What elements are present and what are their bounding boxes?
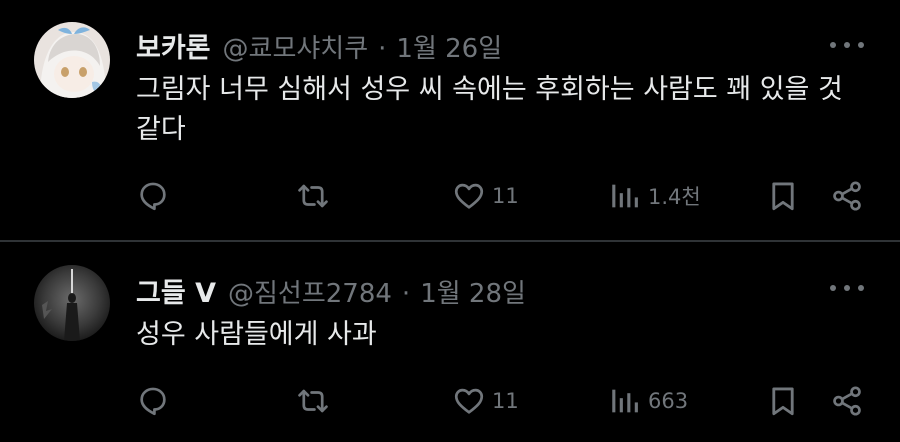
like-icon — [454, 183, 484, 209]
like-count: 11 — [492, 389, 519, 413]
post-header: 보카론 @쿄모샤치쿠 · 1월 26일 — [136, 26, 502, 65]
post-text: 성우 사람들에게 사과 — [136, 319, 377, 350]
like-icon — [454, 388, 484, 414]
avatar[interactable] — [34, 265, 110, 341]
share-button[interactable] — [830, 379, 864, 423]
post-divider — [0, 240, 900, 242]
post-date[interactable]: 1월 28일 — [420, 273, 526, 310]
post-text: 그림자 너무 심해서 성우 씨 속에는 후회하는 사람도 꽤 있을 것 같다 — [136, 74, 843, 145]
views-button[interactable]: 1.4천 — [608, 174, 701, 218]
more-icon[interactable] — [830, 281, 864, 295]
bookmark-button[interactable] — [766, 174, 800, 218]
views-button[interactable]: 663 — [608, 379, 688, 423]
reply-button[interactable] — [136, 379, 170, 423]
post-header: 그들 V @짐선프2784 · 1월 28일 — [136, 271, 526, 310]
author-handle[interactable]: @짐선프2784 — [228, 273, 392, 310]
repost-button[interactable] — [296, 379, 330, 423]
bookmark-icon — [772, 387, 794, 416]
author-name[interactable]: 그들 V — [136, 271, 216, 310]
reply-button[interactable] — [136, 174, 170, 218]
views-icon — [612, 184, 638, 208]
action-bar: 11 1.4천 — [0, 174, 900, 218]
like-button[interactable]: 11 — [452, 379, 519, 423]
separator: · — [378, 34, 387, 64]
author-handle[interactable]: @쿄모샤치쿠 — [223, 28, 369, 65]
bookmark-button[interactable] — [766, 379, 800, 423]
repost-icon — [298, 184, 328, 208]
bookmark-icon — [772, 182, 794, 211]
reply-icon — [140, 182, 166, 211]
action-bar: 11 663 — [0, 379, 900, 423]
avatar[interactable] — [34, 22, 110, 98]
avatar-silhouette-icon — [34, 265, 110, 341]
share-icon — [833, 386, 861, 416]
reply-icon — [140, 387, 166, 416]
share-icon — [833, 181, 861, 211]
like-button[interactable]: 11 — [452, 174, 519, 218]
post-date[interactable]: 1월 26일 — [396, 28, 502, 65]
repost-icon — [298, 389, 328, 413]
post[interactable]: 보카론 @쿄모샤치쿠 · 1월 26일 그림자 너무 심해서 성우 씨 속에는 … — [0, 0, 900, 240]
views-count: 1.4천 — [648, 185, 701, 209]
separator: · — [401, 279, 411, 309]
post[interactable]: 그들 V @짐선프2784 · 1월 28일 성우 사람들에게 사과 11 66… — [0, 243, 900, 442]
repost-button[interactable] — [296, 174, 330, 218]
more-icon[interactable] — [830, 38, 864, 52]
like-count: 11 — [492, 184, 519, 208]
author-name[interactable]: 보카론 — [136, 26, 211, 65]
share-button[interactable] — [830, 174, 864, 218]
avatar-anime-icon — [34, 22, 110, 98]
views-icon — [612, 389, 638, 413]
views-count: 663 — [648, 389, 689, 413]
